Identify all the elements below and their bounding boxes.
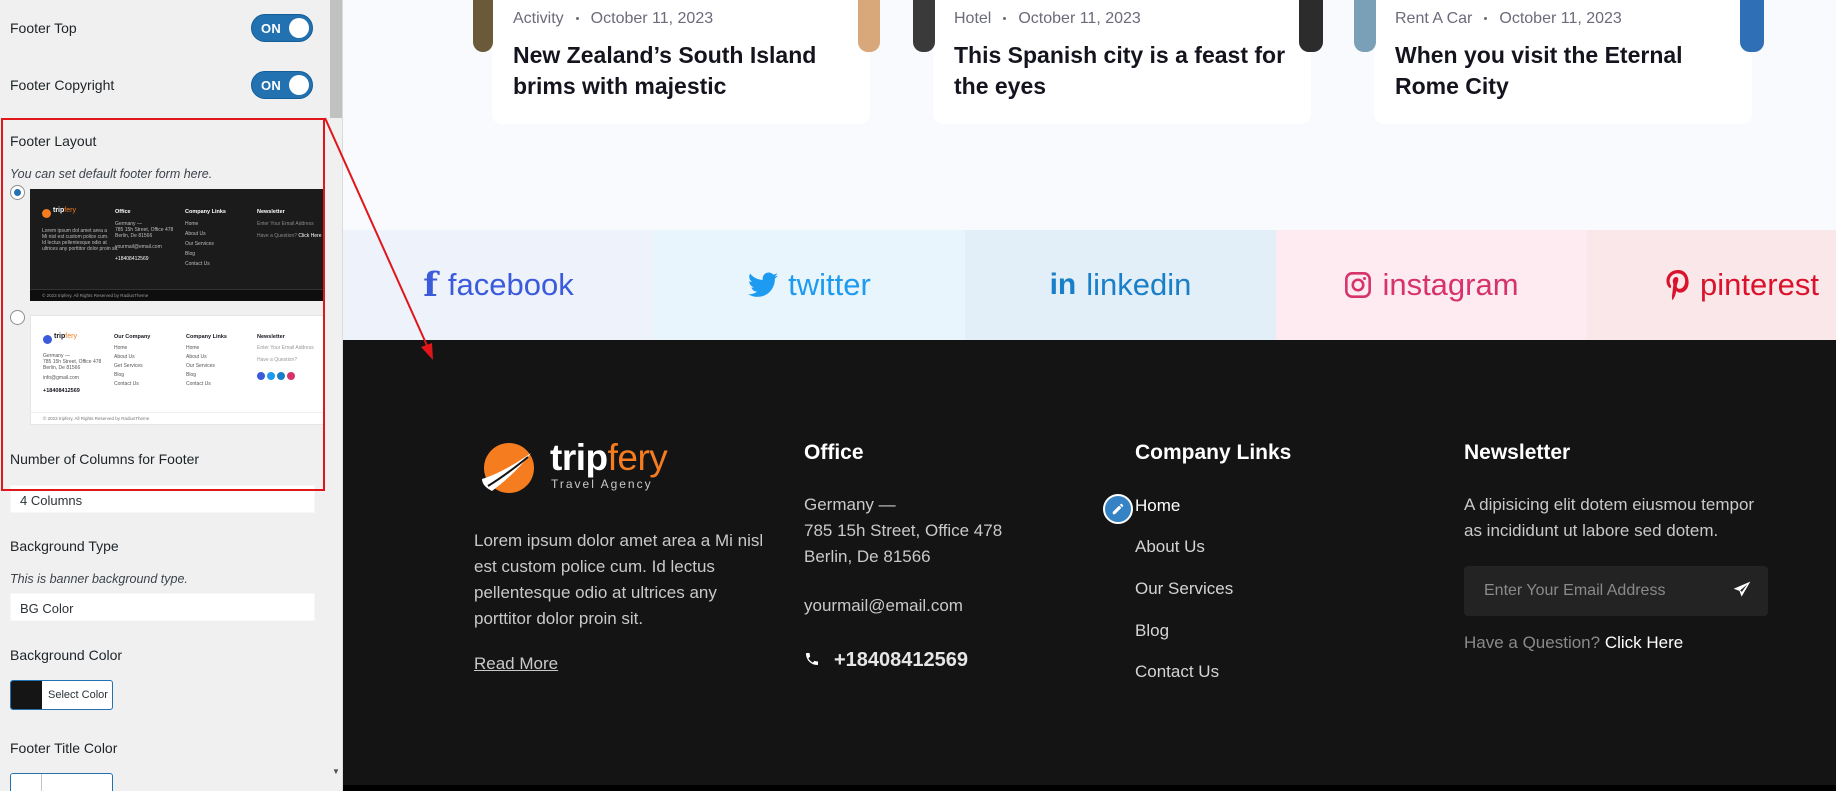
card-meta: Hotel October 11, 2023 — [954, 10, 1141, 27]
footer-top-toggle[interactable]: ON — [251, 14, 313, 42]
twitter-link[interactable]: twitter — [654, 230, 965, 340]
phone-icon — [804, 651, 820, 667]
pinterest-icon — [1666, 270, 1690, 300]
blog-card[interactable]: Activity October 11, 2023 New Zealand’s S… — [473, 0, 880, 124]
footer-link-about-us[interactable]: About Us — [1135, 537, 1205, 557]
site-footer: tripfery Travel Agency Lorem ipsum dolor… — [343, 340, 1836, 791]
company-links-title: Company Links — [1135, 441, 1292, 464]
office-phone[interactable]: +18408412569 — [834, 647, 968, 673]
facebook-label: facebook — [447, 267, 574, 302]
scroll-down-arrow-icon[interactable]: ▼ — [330, 766, 342, 778]
toggle-text: ON — [261, 21, 282, 36]
footer-link-home[interactable]: Home — [1135, 496, 1180, 516]
card-image — [473, 0, 493, 52]
pinterest-label: pinterest — [1700, 267, 1819, 302]
screen: Footer Top ON Footer Copyright ON Footer… — [0, 0, 1836, 791]
twitter-icon — [748, 272, 779, 298]
office-title: Office — [804, 441, 864, 464]
newsletter-email-input[interactable] — [1464, 566, 1714, 616]
toggle-knob — [289, 18, 309, 38]
brand-tagline: Travel Agency — [551, 477, 653, 491]
instagram-link[interactable]: instagram — [1276, 230, 1587, 340]
click-here-link[interactable]: Click Here — [1605, 633, 1683, 652]
bg-color-picker-button[interactable]: Select Color — [10, 680, 113, 710]
card-image — [1354, 0, 1376, 52]
newsletter-form — [1464, 566, 1768, 616]
social-links-row: f facebook twitter in linkedin instagram — [343, 230, 1836, 340]
site-preview: Activity October 11, 2023 New Zealand’s S… — [343, 0, 1836, 791]
card-image — [913, 0, 935, 52]
footer-top-label: Footer Top — [10, 20, 77, 36]
twitter-label: twitter — [788, 267, 871, 302]
instagram-label: instagram — [1382, 267, 1519, 302]
title-color-picker-button[interactable] — [10, 773, 113, 791]
blog-card[interactable]: Rent A Car October 11, 2023 When you visi… — [1354, 0, 1764, 124]
card-title[interactable]: New Zealand’s South Island brims with ma… — [513, 40, 853, 102]
footer-copyright-label: Footer Copyright — [10, 77, 115, 93]
card-title[interactable]: When you visit the Eternal Rome City — [1395, 40, 1735, 102]
card-image — [1299, 0, 1323, 52]
linkedin-label: linkedin — [1086, 267, 1192, 302]
toggle-knob — [289, 75, 309, 95]
bg-color-label: Background Color — [10, 647, 123, 663]
office-address-line: 785 15h Street, Office 478 — [804, 521, 1003, 540]
newsletter-title: Newsletter — [1464, 441, 1571, 464]
annotation-highlight-box — [1, 118, 325, 491]
facebook-icon: f — [423, 265, 438, 305]
footer-about-text: Lorem ipsum dolor amet area a Mi nisl es… — [474, 531, 764, 628]
card-image — [1740, 0, 1764, 52]
office-address-line: Germany — — [804, 495, 896, 514]
office-address-line: Berlin, De 81566 — [804, 547, 931, 566]
card-image — [858, 0, 880, 52]
color-swatch — [11, 681, 42, 709]
newsletter-text: A dipisicing elit dotem eiusmou tempor a… — [1464, 495, 1755, 540]
edit-shortcut-pencil-icon[interactable] — [1103, 494, 1133, 524]
instagram-icon — [1344, 271, 1372, 299]
footer-copyright-toggle[interactable]: ON — [251, 71, 313, 99]
color-swatch — [11, 774, 42, 791]
card-title[interactable]: This Spanish city is a feast for the eye… — [954, 40, 1294, 102]
card-meta: Rent A Car October 11, 2023 — [1395, 10, 1622, 27]
bg-type-label: Background Type — [10, 538, 119, 554]
newsletter-question: Have a Question? — [1464, 633, 1601, 652]
card-meta: Activity October 11, 2023 — [513, 10, 714, 27]
office-email[interactable]: yourmail@email.com — [804, 593, 963, 619]
toggle-text: ON — [261, 78, 282, 93]
footer-link-blog[interactable]: Blog — [1135, 621, 1169, 641]
footer-bottom-bar — [343, 785, 1836, 791]
select-color-label: Select Color — [48, 689, 108, 701]
footer-link-our-services[interactable]: Our Services — [1135, 579, 1233, 599]
title-color-label: Footer Title Color — [10, 740, 118, 756]
bg-type-description: This is banner background type. — [10, 572, 188, 586]
customizer-panel: Footer Top ON Footer Copyright ON Footer… — [0, 0, 343, 791]
footer-link-contact-us[interactable]: Contact Us — [1135, 662, 1219, 682]
panel-scrollbar-track[interactable] — [329, 0, 342, 791]
pinterest-link[interactable]: pinterest — [1587, 230, 1836, 340]
newsletter-help: Have a Question? Click Here — [1464, 630, 1683, 656]
linkedin-link[interactable]: in linkedin — [965, 230, 1276, 340]
brand-name[interactable]: tripfery — [550, 437, 668, 479]
bg-type-select[interactable]: BG Color — [10, 593, 315, 621]
panel-scrollbar-thumb[interactable] — [330, 0, 342, 118]
blog-card[interactable]: Hotel October 11, 2023 This Spanish city … — [913, 0, 1323, 124]
read-more-link[interactable]: Read More — [474, 654, 558, 674]
facebook-link[interactable]: f facebook — [343, 230, 654, 340]
linkedin-icon: in — [1049, 268, 1077, 301]
send-icon[interactable] — [1732, 580, 1752, 600]
